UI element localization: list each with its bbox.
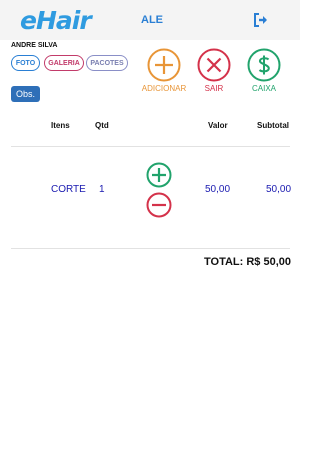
exit-button-label: SAIR [204, 84, 224, 93]
cash-button[interactable]: CAIXA [240, 48, 288, 93]
header-subtotal: Subtotal [257, 121, 289, 130]
logout-icon[interactable] [253, 12, 269, 28]
row-qtd: 1 [99, 184, 105, 195]
header-valor: Valor [208, 121, 228, 130]
row-valor: 50,00 [205, 184, 231, 195]
increase-qty-icon[interactable] [146, 162, 172, 188]
add-button-label: ADICIONAR [141, 84, 187, 93]
client-name: ANDRE SILVA [11, 42, 58, 49]
table-row: CORTE 1 50,00 50,00 [0, 160, 300, 220]
cash-button-label: CAIXA [251, 84, 276, 93]
logged-user-name: ALE [141, 14, 163, 26]
top-bar: eHair ALE [0, 0, 300, 40]
galeria-button[interactable]: GALERIA [44, 55, 84, 71]
obs-button[interactable]: Obs. [11, 86, 40, 102]
add-button[interactable]: ADICIONAR [140, 48, 188, 93]
pacotes-button[interactable]: PACOTES [86, 55, 128, 71]
header-qtd: Qtd [95, 121, 109, 130]
dollar-circle-icon [247, 48, 281, 82]
plus-circle-icon [147, 48, 181, 82]
header-itens: Itens [51, 121, 70, 130]
table-divider-top [11, 146, 290, 147]
row-subtotal: 50,00 [266, 184, 292, 195]
foto-button[interactable]: FOTO [11, 55, 40, 71]
table-divider-bottom [11, 248, 290, 249]
exit-button[interactable]: SAIR [190, 48, 238, 93]
decrease-qty-icon[interactable] [146, 192, 172, 218]
row-item: CORTE [51, 184, 86, 195]
total-amount: TOTAL: R$ 50,00 [204, 256, 292, 268]
x-circle-icon [197, 48, 231, 82]
app-logo: eHair [20, 6, 92, 35]
